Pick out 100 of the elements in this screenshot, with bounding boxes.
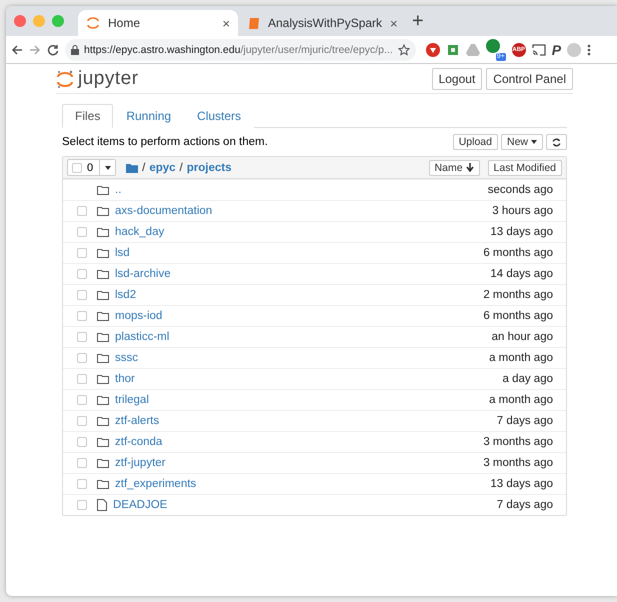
browser-tab[interactable]: Home × [78,10,238,36]
row-checkbox[interactable] [77,269,87,279]
url-text: https://epyc.astro.washington.edu/jupyter/user/mjuric/tree/epyc/p... [84,44,393,56]
row-checkbox[interactable] [77,479,87,489]
modified-time: 3 months ago [483,436,553,448]
upload-button[interactable]: Upload [452,134,498,150]
modified-time: 13 days ago [490,478,553,490]
modified-time: 6 months ago [483,247,553,259]
address-bar[interactable]: https://epyc.astro.washington.edu/jupyter/user/mjuric/tree/epyc/p... [65,38,416,60]
item-link[interactable]: ztf-alerts [115,415,160,427]
modified-time: 13 days ago [490,226,553,238]
select-all-control[interactable]: 0 [67,159,116,176]
new-button[interactable]: New [500,134,543,150]
back-icon[interactable] [11,44,23,56]
folder-icon [126,162,138,172]
minimize-window-control[interactable] [33,15,45,27]
row-checkbox[interactable] [77,248,87,258]
folder-icon [97,395,109,405]
close-icon[interactable]: × [390,16,398,30]
tab-title: AnalysisWithPySpark [268,16,382,30]
jupyter-logo-icon [86,16,100,30]
item-link[interactable]: .. [115,184,122,196]
item-link[interactable]: mops-iod [115,310,162,322]
item-link[interactable]: ztf-jupyter [115,457,166,469]
modified-time: 7 days ago [496,499,553,511]
row-checkbox[interactable] [77,311,87,321]
row-checkbox[interactable] [77,290,87,300]
row-checkbox[interactable] [77,500,87,510]
item-link[interactable]: lsd-archive [115,268,171,280]
item-link[interactable]: ztf_experiments [115,478,196,490]
sort-modified-button[interactable]: Last Modified [488,160,562,176]
row-checkbox[interactable] [77,332,87,342]
item-link[interactable]: DEADJOE [113,499,168,511]
close-icon[interactable]: × [222,16,230,30]
item-link[interactable]: hack_day [115,226,164,238]
tab-title: Home [108,16,140,30]
folder-icon [97,311,109,321]
extension-icon[interactable]: P [552,42,562,58]
select-dropdown[interactable] [99,160,116,175]
star-icon[interactable] [398,44,410,56]
row-checkbox[interactable] [77,437,87,447]
breadcrumb-link[interactable]: projects [186,162,232,174]
folder-icon [97,185,109,195]
folder-icon [97,374,109,384]
lock-icon [71,44,79,54]
item-link[interactable]: lsd2 [115,289,136,301]
folder-icon [97,353,109,363]
breadcrumb-link[interactable]: epyc [149,162,176,174]
refresh-icon [552,138,561,146]
row-checkbox[interactable] [77,416,87,426]
modified-time: a day ago [502,373,553,385]
logo-text: jupyter [78,68,139,90]
tab[interactable]: Files [62,104,114,128]
jupyter-logo-icon [56,68,74,88]
modified-time: a month ago [489,352,553,364]
path-separator: / [142,162,146,174]
item-link[interactable]: ztf-conda [115,436,162,448]
close-window-control[interactable] [14,15,26,27]
item-link[interactable]: sssc [115,352,138,364]
zoom-window-control[interactable] [52,15,64,27]
row-checkbox[interactable] [77,206,87,216]
cast-icon[interactable] [532,44,546,56]
row-checkbox[interactable] [77,353,87,363]
folder-icon [97,479,109,489]
reload-icon[interactable] [47,44,59,56]
extension-icon[interactable] [446,42,460,56]
folder-icon [97,227,109,237]
menu-icon[interactable] [587,44,592,56]
folder-icon [97,332,109,342]
modified-time: 3 hours ago [492,205,553,217]
refresh-button[interactable] [546,134,567,150]
row-checkbox[interactable] [77,458,87,468]
avatar-icon[interactable] [567,42,582,56]
item-link[interactable]: trilegal [115,394,149,406]
row-checkbox[interactable] [77,374,87,384]
hint-text: Select items to perform actions on them. [62,136,268,148]
row-checkbox[interactable] [77,227,87,237]
path-separator: / [180,162,183,174]
modified-time: a month ago [489,394,553,406]
item-link[interactable]: thor [115,373,135,385]
header-button[interactable]: Control Panel [486,68,573,90]
folder-icon [97,458,109,468]
header-button[interactable]: Logout [432,68,482,90]
file-icon [97,499,107,511]
item-link[interactable]: axs-documentation [115,205,212,217]
sort-name-button[interactable]: Name [428,160,480,176]
modified-time: 2 months ago [483,289,553,301]
browser-tab[interactable]: AnalysisWithPySpark × [240,10,400,36]
caret-icon [531,140,537,144]
modified-time: 6 months ago [483,310,553,322]
item-link[interactable]: lsd [115,247,130,259]
modified-time: 14 days ago [490,268,553,280]
item-link[interactable]: plasticc-ml [115,331,170,343]
folder-icon [97,248,109,258]
extension-icon[interactable] [486,38,500,52]
row-checkbox[interactable] [77,395,87,405]
arrow-down-icon [466,163,474,172]
forward-icon[interactable] [29,44,41,56]
new-tab-button[interactable]: + [412,10,424,32]
modified-time: an hour ago [492,331,553,343]
